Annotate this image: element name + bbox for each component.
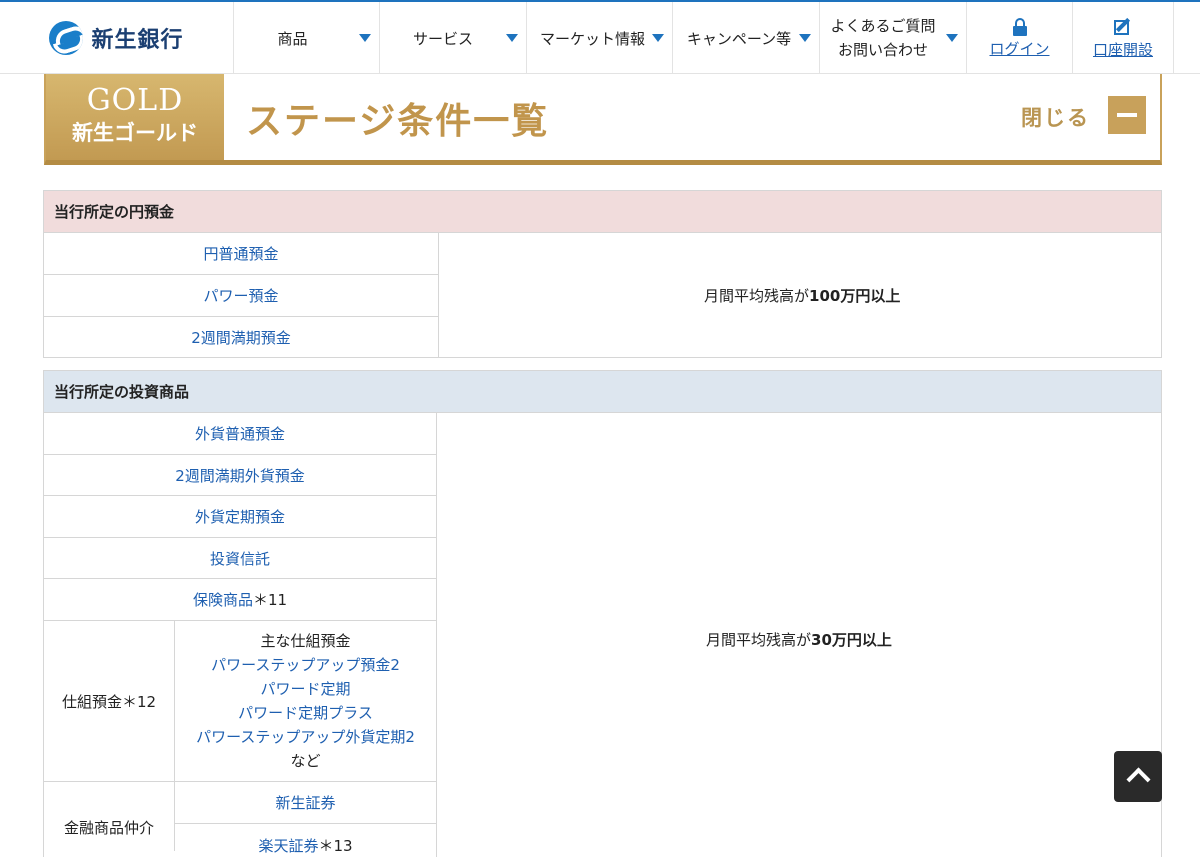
- gold-badge-title: GOLD: [86, 83, 184, 118]
- login-label: ログイン: [989, 39, 1050, 58]
- yen-item-2week[interactable]: 2週間満期預金: [44, 317, 438, 357]
- rakuten-link[interactable]: 楽天証券: [258, 835, 318, 856]
- logo-text: 新生銀行: [91, 28, 184, 53]
- structured-etc: など: [290, 752, 321, 770]
- investment-table: 当行所定の投資商品 外貨普通預金 2週間満期外貨預金 外貨定期預金 投資信託 保…: [43, 370, 1162, 857]
- nav-campaigns[interactable]: キャンペーン等: [673, 2, 820, 74]
- nav-faq-contact[interactable]: よくあるご質問 お問い合わせ: [820, 2, 967, 74]
- bank-logo[interactable]: 新生銀行: [0, 2, 234, 74]
- invest-item-fx-time[interactable]: 外貨定期預金: [44, 496, 436, 538]
- edit-icon: [1113, 17, 1133, 37]
- yen-deposit-table: 当行所定の円預金 円普通預金 パワー預金 2週間満期預金 月間平均残高が100万…: [43, 190, 1162, 358]
- invest-item-fx-ordinary[interactable]: 外貨普通預金: [44, 413, 436, 455]
- structured-item-powered-plus[interactable]: パワード定期プラス: [238, 701, 373, 725]
- yen-item-ordinary[interactable]: 円普通預金: [44, 233, 438, 275]
- rakuten-note: ＊13: [318, 836, 353, 855]
- condition-prefix: 月間平均残高が: [704, 287, 810, 305]
- brokerage-label: 金融商品仲介: [63, 818, 154, 837]
- invest-item-fx-2week[interactable]: 2週間満期外貨預金: [44, 455, 436, 496]
- structured-item-powered-time[interactable]: パワード定期: [260, 677, 350, 701]
- nav-label: サービス: [412, 29, 473, 48]
- structured-item-power-stepup[interactable]: パワーステップアップ預金2: [211, 653, 400, 677]
- structured-intro: 主な仕組預金: [260, 632, 351, 650]
- close-label[interactable]: 閉じる: [1021, 102, 1090, 132]
- chevron-down-icon: [506, 34, 518, 42]
- condition-amount: 30万円以上: [811, 631, 892, 649]
- collapse-icon[interactable]: [1108, 96, 1146, 134]
- chevron-down-icon: [799, 34, 811, 42]
- open-account-link[interactable]: 口座開設: [1073, 2, 1174, 74]
- nav-label: キャンペーン等: [686, 29, 792, 48]
- login-link[interactable]: ログイン: [967, 2, 1073, 74]
- open-account-label: 口座開設: [1092, 40, 1153, 59]
- nav-market-info[interactable]: マーケット情報: [527, 2, 673, 74]
- nav-label: 商品: [277, 29, 308, 48]
- brokerage-shinsei-securities[interactable]: 新生証券: [175, 782, 436, 824]
- invest-item-insurance: 保険商品 ＊11: [44, 579, 436, 621]
- logo-mark-icon: [49, 21, 84, 55]
- nav-products[interactable]: 商品: [234, 2, 380, 74]
- insurance-note: ＊11: [252, 591, 288, 609]
- section-heading: 当行所定の円預金: [44, 191, 1161, 233]
- nav-faq-line1: よくあるご質問: [830, 17, 936, 35]
- nav-faq-line2: お問い合わせ: [837, 41, 928, 59]
- stage-banner: GOLD 新生ゴールド ステージ条件一覧 閉じる: [44, 74, 1162, 165]
- structured-label: 仕組預金＊12: [44, 621, 174, 782]
- condition-amount: 100万円以上: [809, 287, 901, 305]
- brokerage-rakuten: 楽天証券 ＊13: [175, 824, 436, 857]
- gold-badge-subtitle: 新生ゴールド: [72, 121, 198, 145]
- insurance-link[interactable]: 保険商品: [193, 589, 253, 610]
- invest-condition: 月間平均残高が30万円以上: [706, 629, 892, 650]
- condition-prefix: 月間平均残高が: [706, 631, 812, 649]
- structured-list: 主な仕組預金 パワーステップアップ預金2 パワード定期 パワード定期プラス パワ…: [175, 621, 436, 782]
- lock-icon: [1012, 17, 1027, 36]
- invest-item-trust[interactable]: 投資信託: [44, 538, 436, 579]
- column-divider: [438, 233, 439, 357]
- column-divider: [436, 413, 437, 857]
- chevron-down-icon: [946, 34, 958, 42]
- gold-badge: GOLD 新生ゴールド: [46, 74, 224, 160]
- nav-services[interactable]: サービス: [380, 2, 527, 74]
- chevron-down-icon: [359, 34, 371, 42]
- nav-label: マーケット情報: [539, 29, 645, 48]
- site-header: 新生銀行 商品 サービス マーケット情報 キャンペーン等 よくあるご質問 お問い…: [0, 0, 1200, 74]
- section-heading: 当行所定の投資商品: [44, 371, 1161, 413]
- chevron-down-icon: [652, 34, 664, 42]
- back-to-top-button[interactable]: [1114, 751, 1162, 802]
- yen-item-power[interactable]: パワー預金: [44, 275, 438, 317]
- yen-condition: 月間平均残高が100万円以上: [704, 285, 900, 306]
- page-title: ステージ条件一覧: [246, 101, 550, 142]
- structured-item-fx-stepup[interactable]: パワーステップアップ外貨定期2: [196, 725, 415, 749]
